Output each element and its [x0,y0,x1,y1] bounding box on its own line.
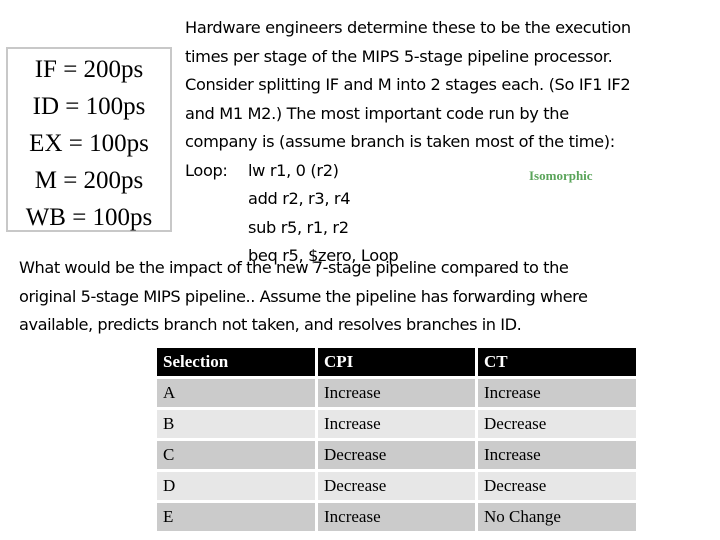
cpi-cell: Decrease [318,441,475,469]
stage-time-m: M = 200ps [34,167,144,194]
code-line: add r2, r3, r4 [185,185,715,214]
cpi-cell: Decrease [318,472,475,500]
watermark: Isomorphic [529,168,593,183]
problem-statement: Hardware engineers determine these to be… [185,14,715,271]
code-line: sub r5, r1, r2 [185,214,715,243]
selection-cell: C [157,441,315,469]
stage-time-wb: WB = 100ps [25,204,153,231]
ct-cell: Increase [478,379,636,407]
table-row: D Decrease Decrease [157,472,636,500]
stage-times-box: IF = 200ps ID = 100ps EX = 100ps M = 200… [6,47,172,232]
prompt-line: Consider splitting IF and M into 2 stage… [185,75,631,94]
question-line: available, predicts branch not taken, an… [19,315,522,334]
header-cpi: CPI [318,348,475,376]
prompt-line: company is (assume branch is taken most … [185,132,615,151]
selection-cell: D [157,472,315,500]
prompt-line: and M1 M2.) The most important code run … [185,103,569,123]
table-row: B Increase Decrease [157,410,636,438]
stage-time-if: IF = 200ps [34,56,144,83]
code-label: Loop: [185,160,228,180]
table-row: A Increase Increase [157,379,636,407]
ct-cell: Increase [478,441,636,469]
code-line: Loop: lw r1, 0 (r2) [185,157,715,186]
code-instruction: sub r5, r1, r2 [248,217,349,237]
question-text: What would be the impact of the new 7-st… [19,254,709,340]
prompt-line: times per stage of the MIPS 5-stage pipe… [185,46,613,66]
code-instruction: lw r1, 0 (r2) [248,160,339,180]
answer-table: Selection CPI CT A Increase Increase B I… [154,345,639,534]
ct-cell: Decrease [478,410,636,438]
table-header-row: Selection CPI CT [157,348,636,376]
header-selection: Selection [157,348,315,376]
selection-cell: A [157,379,315,407]
cpi-cell: Increase [318,410,475,438]
prompt-line: Hardware engineers determine these to be… [185,18,631,37]
question-line: What would be the impact of the new 7-st… [19,258,569,277]
selection-cell: E [157,503,315,531]
selection-cell: B [157,410,315,438]
table-row: C Decrease Increase [157,441,636,469]
question-line: original 5-stage MIPS pipeline.. Assume … [19,286,588,306]
cpi-cell: Increase [318,379,475,407]
ct-cell: No Change [478,503,636,531]
cpi-cell: Increase [318,503,475,531]
code-instruction: add r2, r3, r4 [248,189,351,208]
table-row: E Increase No Change [157,503,636,531]
ct-cell: Decrease [478,472,636,500]
stage-time-id: ID = 100ps [32,93,146,120]
stage-time-ex: EX = 100ps [29,130,149,157]
header-ct: CT [478,348,636,376]
